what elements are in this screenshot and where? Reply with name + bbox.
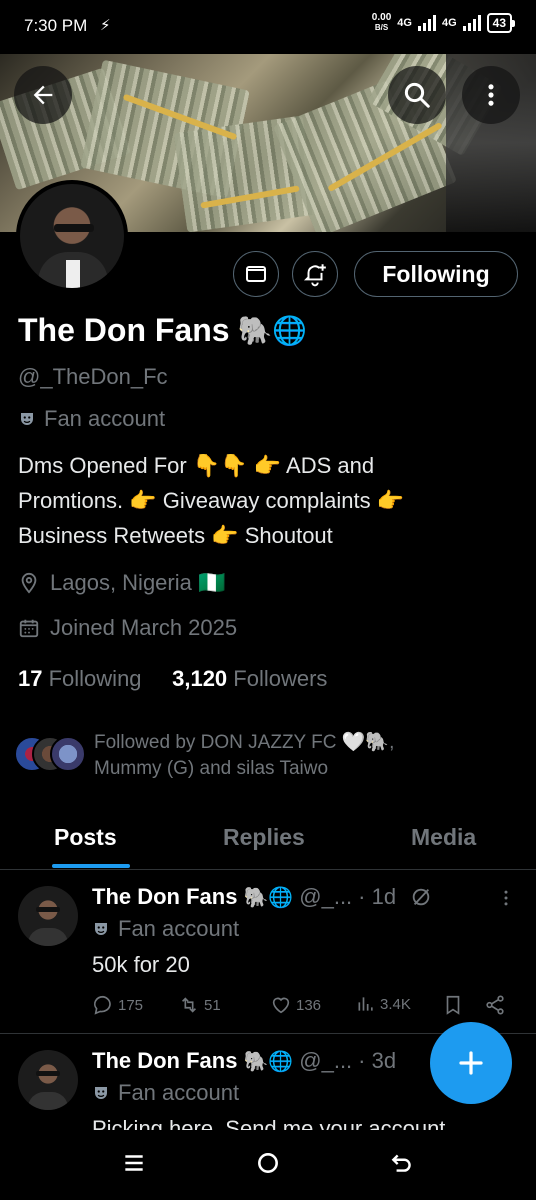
heart-icon [272, 997, 290, 1014]
status-bar: 7:30 PM ⚡ 0.00 B/S 4G 4G 43 [0, 0, 536, 54]
location-pin-icon [21, 572, 37, 594]
reply-icon [94, 995, 111, 1015]
compose-button[interactable] [430, 1022, 512, 1104]
mail-icon [246, 266, 266, 282]
search-icon [404, 82, 430, 108]
profile-location: Lagos, Nigeria 🇳🇬 [18, 570, 225, 596]
message-button[interactable] [233, 251, 279, 297]
like-button[interactable]: 136 [270, 994, 321, 1016]
arrow-left-icon [33, 85, 53, 105]
profile-bio: Dms Opened For 👇👇 👉 ADS and Promtions. 👉… [18, 453, 405, 548]
following-button[interactable]: Following [354, 251, 518, 297]
charging-icon: ⚡ [100, 17, 111, 34]
repost-button[interactable]: 51 [178, 994, 221, 1016]
repost-icon [181, 997, 197, 1013]
followed-by-avatars [14, 736, 86, 776]
post-avatar[interactable] [18, 886, 78, 946]
back-icon[interactable] [389, 1150, 415, 1176]
views-icon [358, 997, 373, 1011]
post-category: Fan account [92, 916, 239, 942]
calendar-icon [19, 619, 39, 638]
tab-media[interactable]: Media [411, 824, 476, 851]
net-speed: 0.00 B/S [371, 12, 392, 33]
post-item[interactable]: The Don Fans 🐘🌐 @_... · 1d Fan account 5… [0, 870, 536, 1034]
more-vertical-icon [488, 84, 494, 106]
more-options-button[interactable] [462, 66, 520, 124]
home-circle-icon[interactable] [255, 1150, 281, 1176]
theater-masks-icon [95, 923, 107, 935]
post-text: 50k for 20 [92, 952, 190, 977]
bell-plus-icon [303, 264, 326, 287]
post-more-icon[interactable] [496, 888, 516, 908]
active-tab-indicator [52, 864, 130, 868]
tab-replies[interactable]: Replies [223, 824, 305, 851]
notifications-button[interactable] [292, 251, 338, 297]
post-actions: 175 51 136 3.4K [92, 994, 522, 1018]
profile-name: The Don Fans 🐘🌐 [18, 312, 307, 349]
signal-icon-2 [462, 15, 481, 31]
views-button[interactable]: 3.4K [356, 994, 411, 1014]
plus-icon [459, 1051, 483, 1075]
theater-masks-icon [95, 1087, 107, 1099]
network-label-2: 4G [441, 17, 457, 29]
followed-by-text: Followed by DON JAZZY FC 🤍🐘, Mummy (G) a… [94, 732, 395, 779]
share-icon[interactable] [484, 994, 506, 1016]
profile-name-text: The Don Fans [18, 312, 230, 348]
reply-button[interactable]: 175 [92, 994, 143, 1016]
network-label-1: 4G [397, 17, 412, 29]
post-header: The Don Fans 🐘🌐 @_... · 1d [92, 884, 432, 910]
theater-masks-icon [21, 413, 33, 425]
profile-joined: Joined March 2025 [18, 615, 237, 641]
search-button[interactable] [388, 66, 446, 124]
post-header: The Don Fans 🐘🌐 @_... · 3d [92, 1048, 397, 1073]
back-button[interactable] [14, 66, 72, 124]
follow-counts: 17 Following 3,120 Followers [18, 666, 327, 692]
battery-icon: 43 [486, 13, 516, 33]
tab-posts[interactable]: Posts [54, 824, 117, 851]
bookmark-icon[interactable] [442, 994, 464, 1016]
status-icons: 0.00 B/S 4G 4G 43 [371, 12, 516, 33]
profile-name-emojis: 🐘🌐 [237, 315, 308, 346]
followers-count-link[interactable]: 3,120 Followers [172, 666, 327, 691]
profile-handle: @_TheDon_Fc [18, 364, 168, 389]
menu-icon[interactable] [121, 1150, 147, 1176]
profile-tabs: Posts Replies Media [0, 808, 536, 870]
grok-icon[interactable] [410, 886, 432, 908]
following-count-link[interactable]: 17 Following [18, 666, 142, 691]
signal-icon [417, 15, 436, 31]
post-avatar[interactable] [18, 1050, 78, 1110]
system-nav-bar [0, 1130, 536, 1200]
post-category: Fan account [92, 1080, 239, 1106]
profile-category: Fan account [18, 406, 165, 432]
profile-avatar[interactable] [16, 180, 128, 292]
followed-by[interactable]: Followed by DON JAZZY FC 🤍🐘, Mummy (G) a… [14, 730, 494, 782]
status-time: 7:30 PM [24, 16, 88, 35]
